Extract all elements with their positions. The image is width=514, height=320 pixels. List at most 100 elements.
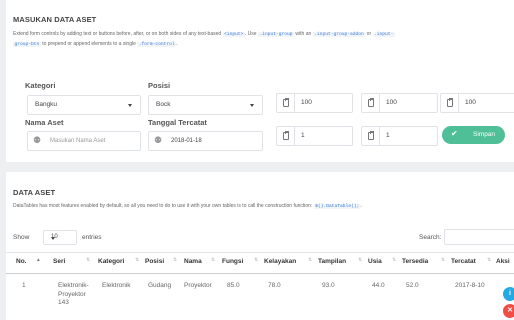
chevron-down-icon: [51, 237, 55, 240]
number-input-1[interactable]: 100: [276, 93, 353, 113]
entries-label: entries: [82, 234, 102, 241]
tanggal-value: 2018-01-18: [171, 137, 202, 144]
chevron-down-icon: [128, 104, 132, 107]
number-value: 100: [386, 99, 397, 106]
cell-tersedia: 52.0: [406, 282, 419, 289]
info-icon: i: [509, 290, 511, 297]
check-icon: ✔: [451, 129, 458, 138]
desc-text: . Use: [244, 31, 258, 37]
sort-icon[interactable]: ⇅: [86, 258, 90, 263]
col-header-seri[interactable]: Seri: [53, 258, 65, 265]
sort-icon[interactable]: ⇅: [254, 258, 258, 263]
nama-aset-input[interactable]: ⚉ Masukan Nama Aset: [27, 131, 141, 151]
cell-seri-line: Elektronik-: [58, 282, 89, 289]
desc-code: .form-control: [137, 41, 177, 47]
col-header-kelayakan[interactable]: Kelayakan: [264, 258, 296, 265]
save-button-label: Simpan: [473, 131, 496, 138]
nama-aset-label: Nama Aset: [25, 118, 64, 127]
posisi-select[interactable]: Bock: [148, 95, 263, 115]
sort-asc-icon[interactable]: ▲: [36, 258, 41, 263]
col-header-tercatat[interactable]: Tercatat: [451, 258, 476, 265]
sort-icon[interactable]: ⇅: [135, 258, 139, 263]
col-header-tampilan[interactable]: Tampilan: [318, 258, 346, 265]
sort-icon[interactable]: ⇅: [173, 258, 177, 263]
desc-text: or: [365, 31, 373, 37]
col-header-tersedia[interactable]: Tersedia: [402, 258, 428, 265]
desc-text: to prepend or append elements to a singl…: [40, 40, 138, 47]
sort-icon[interactable]: ⇅: [392, 258, 396, 263]
sort-icon[interactable]: ⇅: [358, 258, 362, 263]
chevron-down-icon: [250, 104, 254, 107]
number-input-4[interactable]: 1: [276, 126, 353, 146]
desc-code: $().DataTable();: [313, 204, 361, 209]
table-header-divider: [6, 273, 514, 274]
number-value: 100: [301, 99, 312, 106]
save-button[interactable]: ✔ Simpan: [442, 126, 505, 144]
cell-usia: 44.0: [372, 282, 385, 289]
number-input-5[interactable]: 1: [361, 126, 438, 146]
user-icon: ⚉: [33, 135, 42, 145]
number-value: 100: [465, 99, 476, 106]
show-label: Show: [13, 234, 30, 241]
calendar-icon: [447, 98, 453, 107]
calendar-icon: [368, 98, 374, 107]
col-header-no[interactable]: No.: [16, 258, 26, 265]
asset-table-panel: DATA ASET DataTables has most features e…: [6, 172, 514, 320]
close-icon: ✕: [507, 307, 513, 314]
form-description: Extend form controls by adding text or b…: [13, 30, 514, 49]
desc-code: <input>: [222, 32, 245, 37]
sort-icon[interactable]: ⇅: [308, 258, 312, 263]
sort-icon[interactable]: ⇅: [487, 258, 491, 263]
desc-code: group-btn: [13, 41, 41, 47]
table-divider: [6, 252, 514, 253]
cell-nama: Proyektor: [184, 282, 212, 289]
desc-text: .: [360, 203, 363, 209]
posisi-value: Bock: [156, 101, 171, 108]
desc-code: .input-group-addon: [312, 32, 366, 37]
search-label: Search:: [419, 234, 442, 241]
number-value: 1: [301, 132, 305, 139]
cell-kelayakan: 78.0: [268, 282, 281, 289]
search-input[interactable]: [444, 229, 514, 245]
nama-aset-placeholder: Masukan Nama Aset: [50, 137, 106, 144]
number-input-2[interactable]: 100: [361, 93, 438, 113]
calendar-icon: [283, 131, 289, 140]
user-icon: ⚉: [154, 135, 163, 145]
entries-length-select[interactable]: 10: [43, 230, 77, 245]
cell-tercatat: 2017-8-10: [455, 282, 485, 289]
table-description: DataTables has most features enabled by …: [13, 202, 514, 212]
kategori-label: Kategori: [25, 81, 56, 90]
desc-text: with an: [294, 31, 313, 37]
info-button[interactable]: i: [503, 287, 514, 301]
col-header-kategori[interactable]: Kategori: [98, 258, 124, 265]
delete-button[interactable]: ✕: [503, 304, 514, 318]
col-header-usia[interactable]: Usia: [368, 258, 382, 265]
desc-text: Extend form controls by adding text or b…: [13, 31, 223, 37]
desc-code: .input-: [372, 32, 395, 37]
cell-seri: Elektronik- Proyektor 143: [58, 282, 89, 308]
sort-icon[interactable]: ⇅: [211, 258, 215, 263]
kategori-select[interactable]: Bangku: [27, 95, 141, 115]
form-title: MASUKAN DATA ASET: [13, 15, 97, 24]
cell-seri-line: 143: [58, 299, 69, 306]
col-header-posisi[interactable]: Posisi: [145, 258, 164, 265]
col-header-fungsi[interactable]: Fungsi: [222, 258, 243, 265]
desc-text: .: [176, 40, 178, 47]
calendar-icon: [368, 131, 374, 140]
cell-kategori: Elektronik: [102, 282, 131, 289]
col-header-nama[interactable]: Nama: [184, 258, 202, 265]
calendar-icon: [283, 98, 289, 107]
cell-tampilan: 93.0: [322, 282, 335, 289]
cell-seri-line: Proyektor: [58, 290, 86, 298]
tanggal-input[interactable]: ⚉ 2018-01-18: [148, 131, 263, 151]
kategori-value: Bangku: [35, 101, 58, 108]
cell-no: 1: [22, 282, 26, 289]
col-header-aksi[interactable]: Aksi: [496, 258, 510, 265]
cell-fungsi: 85.0: [227, 282, 240, 289]
number-input-3[interactable]: 100: [440, 93, 514, 113]
desc-text: DataTables has most features enabled by …: [13, 203, 314, 209]
cell-posisi: Gudang: [148, 282, 172, 289]
table-title: DATA ASET: [13, 188, 56, 197]
sort-icon[interactable]: ⇅: [441, 258, 445, 263]
posisi-label: Posisi: [148, 81, 171, 90]
